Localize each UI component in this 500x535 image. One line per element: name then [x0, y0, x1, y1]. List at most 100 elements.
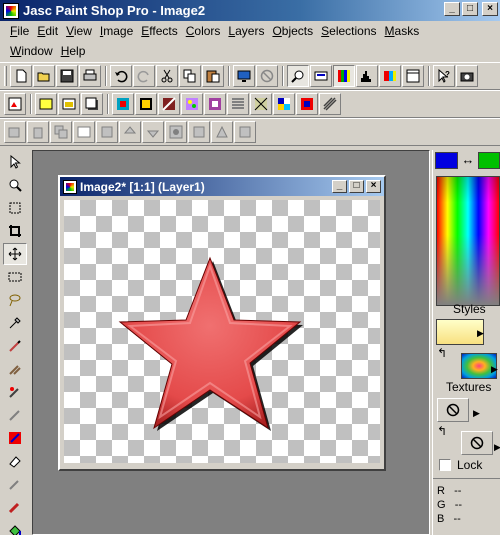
- swap-colors-icon[interactable]: ↔: [458, 152, 478, 169]
- texture-dropdown-arrow[interactable]: ▶: [473, 408, 480, 419]
- airbrush-tool-icon[interactable]: [3, 496, 27, 518]
- deformation-tool-icon[interactable]: [3, 197, 27, 219]
- menu-colors[interactable]: Colors: [182, 24, 225, 38]
- document-icon[interactable]: [63, 179, 77, 194]
- blinds-icon[interactable]: [227, 93, 249, 115]
- overview-window-icon[interactable]: [402, 65, 424, 87]
- layer-delete-icon[interactable]: [27, 121, 49, 143]
- mosaic-icon[interactable]: [296, 93, 318, 115]
- bevel-yellow-icon[interactable]: [35, 93, 57, 115]
- arrow-select-icon[interactable]: [3, 151, 27, 173]
- undo-icon[interactable]: [110, 65, 132, 87]
- document-window[interactable]: Image2* [1:1] (Layer1) _ □ ×: [58, 175, 386, 471]
- foreground-color-swatch[interactable]: [435, 152, 458, 169]
- star-shape[interactable]: [64, 200, 380, 463]
- help-context-icon[interactable]: ?: [433, 65, 455, 87]
- layer-properties-icon[interactable]: [73, 121, 95, 143]
- dropper-tool-icon[interactable]: [3, 312, 27, 334]
- drop-shadow-icon[interactable]: [81, 93, 103, 115]
- image-canvas[interactable]: [64, 200, 380, 463]
- effects-browser-icon[interactable]: [4, 93, 26, 115]
- doc-minimize-button[interactable]: _: [332, 180, 347, 193]
- layer-new-icon[interactable]: [4, 121, 26, 143]
- paintbrush-tool-icon[interactable]: [3, 335, 27, 357]
- inner-bevel-icon[interactable]: [158, 93, 180, 115]
- mover-tool-icon[interactable]: [3, 243, 27, 265]
- fill-dropdown-arrow[interactable]: ▶: [491, 364, 498, 375]
- lock-checkbox[interactable]: [439, 459, 451, 471]
- menu-view[interactable]: View: [62, 24, 96, 38]
- menu-objects[interactable]: Objects: [268, 24, 317, 38]
- close-button[interactable]: ×: [482, 2, 498, 16]
- paste-icon[interactable]: [202, 65, 224, 87]
- layer-mask-icon[interactable]: [165, 121, 187, 143]
- camera-capture-icon[interactable]: [456, 65, 478, 87]
- kaleidoscope-icon[interactable]: [250, 93, 272, 115]
- selection-tool-icon[interactable]: [3, 266, 27, 288]
- noise-lines-icon[interactable]: [319, 93, 341, 115]
- chisel-icon[interactable]: [135, 93, 157, 115]
- color-palette-icon[interactable]: [333, 65, 355, 87]
- layer-group-icon[interactable]: [188, 121, 210, 143]
- scratch-remover-icon[interactable]: [3, 427, 27, 449]
- toolbar-separator: [428, 66, 430, 86]
- frame-effect-icon[interactable]: [204, 93, 226, 115]
- copy-icon[interactable]: [179, 65, 201, 87]
- open-folder-icon[interactable]: [33, 65, 55, 87]
- save-icon[interactable]: [56, 65, 78, 87]
- eraser-tool-icon[interactable]: [3, 450, 27, 472]
- cutout-yellow-icon[interactable]: [58, 93, 80, 115]
- swap-styles-icon[interactable]: ↰: [437, 346, 447, 360]
- swap-textures-icon[interactable]: ↰: [437, 424, 447, 438]
- retouch-tool-icon[interactable]: [3, 404, 27, 426]
- layer-palette-icon[interactable]: [379, 65, 401, 87]
- redo-icon[interactable]: [133, 65, 155, 87]
- buttonize-icon[interactable]: [112, 93, 134, 115]
- menu-image[interactable]: Image: [96, 24, 137, 38]
- crop-tool-icon[interactable]: [3, 220, 27, 242]
- menu-window[interactable]: Window: [6, 44, 57, 58]
- background-color-swatch[interactable]: [478, 152, 500, 169]
- histogram-icon[interactable]: [356, 65, 378, 87]
- bg-texture-dropdown-arrow[interactable]: ▶: [494, 442, 500, 453]
- minimize-button[interactable]: _: [444, 2, 460, 16]
- menu-layers[interactable]: Layers: [224, 24, 268, 38]
- flood-fill-icon[interactable]: [3, 519, 27, 535]
- layer-move-up-icon[interactable]: [119, 121, 141, 143]
- menu-help[interactable]: Help: [57, 44, 90, 58]
- new-file-icon[interactable]: [10, 65, 32, 87]
- doc-maximize-button[interactable]: □: [349, 180, 364, 193]
- style-dropdown-arrow[interactable]: ▶: [477, 328, 484, 339]
- picture-tube-icon[interactable]: [3, 473, 27, 495]
- maximize-button[interactable]: □: [462, 2, 478, 16]
- layer-adjust-icon[interactable]: [234, 121, 256, 143]
- app-icon[interactable]: [3, 2, 19, 19]
- cut-icon[interactable]: [156, 65, 178, 87]
- tool-options-icon[interactable]: [310, 65, 332, 87]
- menu-file[interactable]: File: [6, 24, 33, 38]
- tiles-icon[interactable]: [273, 93, 295, 115]
- full-screen-icon[interactable]: [233, 65, 255, 87]
- color-spectrum[interactable]: [436, 176, 500, 306]
- foreground-texture-swatch[interactable]: [437, 398, 469, 422]
- color-replacer-icon[interactable]: [3, 381, 27, 403]
- background-texture-swatch[interactable]: [461, 431, 493, 455]
- layer-vector-icon[interactable]: [211, 121, 233, 143]
- texture-effect-icon[interactable]: [181, 93, 203, 115]
- menu-edit[interactable]: Edit: [33, 24, 62, 38]
- print-icon[interactable]: [79, 65, 101, 87]
- zoom-tool-icon[interactable]: [3, 174, 27, 196]
- freehand-lasso-icon[interactable]: [3, 289, 27, 311]
- layer-merge-icon[interactable]: [96, 121, 118, 143]
- toolbar-grip[interactable]: [4, 66, 7, 86]
- menu-effects[interactable]: Effects: [137, 24, 181, 38]
- app-titlebar[interactable]: Jasc Paint Shop Pro - Image2 _ □ ×: [0, 0, 500, 21]
- clone-brush-icon[interactable]: [3, 358, 27, 380]
- menu-selections[interactable]: Selections: [317, 24, 380, 38]
- doc-close-button[interactable]: ×: [366, 180, 381, 193]
- layer-move-down-icon[interactable]: [142, 121, 164, 143]
- layer-duplicate-icon[interactable]: [50, 121, 72, 143]
- menu-masks[interactable]: Masks: [381, 24, 424, 38]
- no-entry-icon[interactable]: [256, 65, 278, 87]
- zoom-search-icon[interactable]: [287, 65, 309, 87]
